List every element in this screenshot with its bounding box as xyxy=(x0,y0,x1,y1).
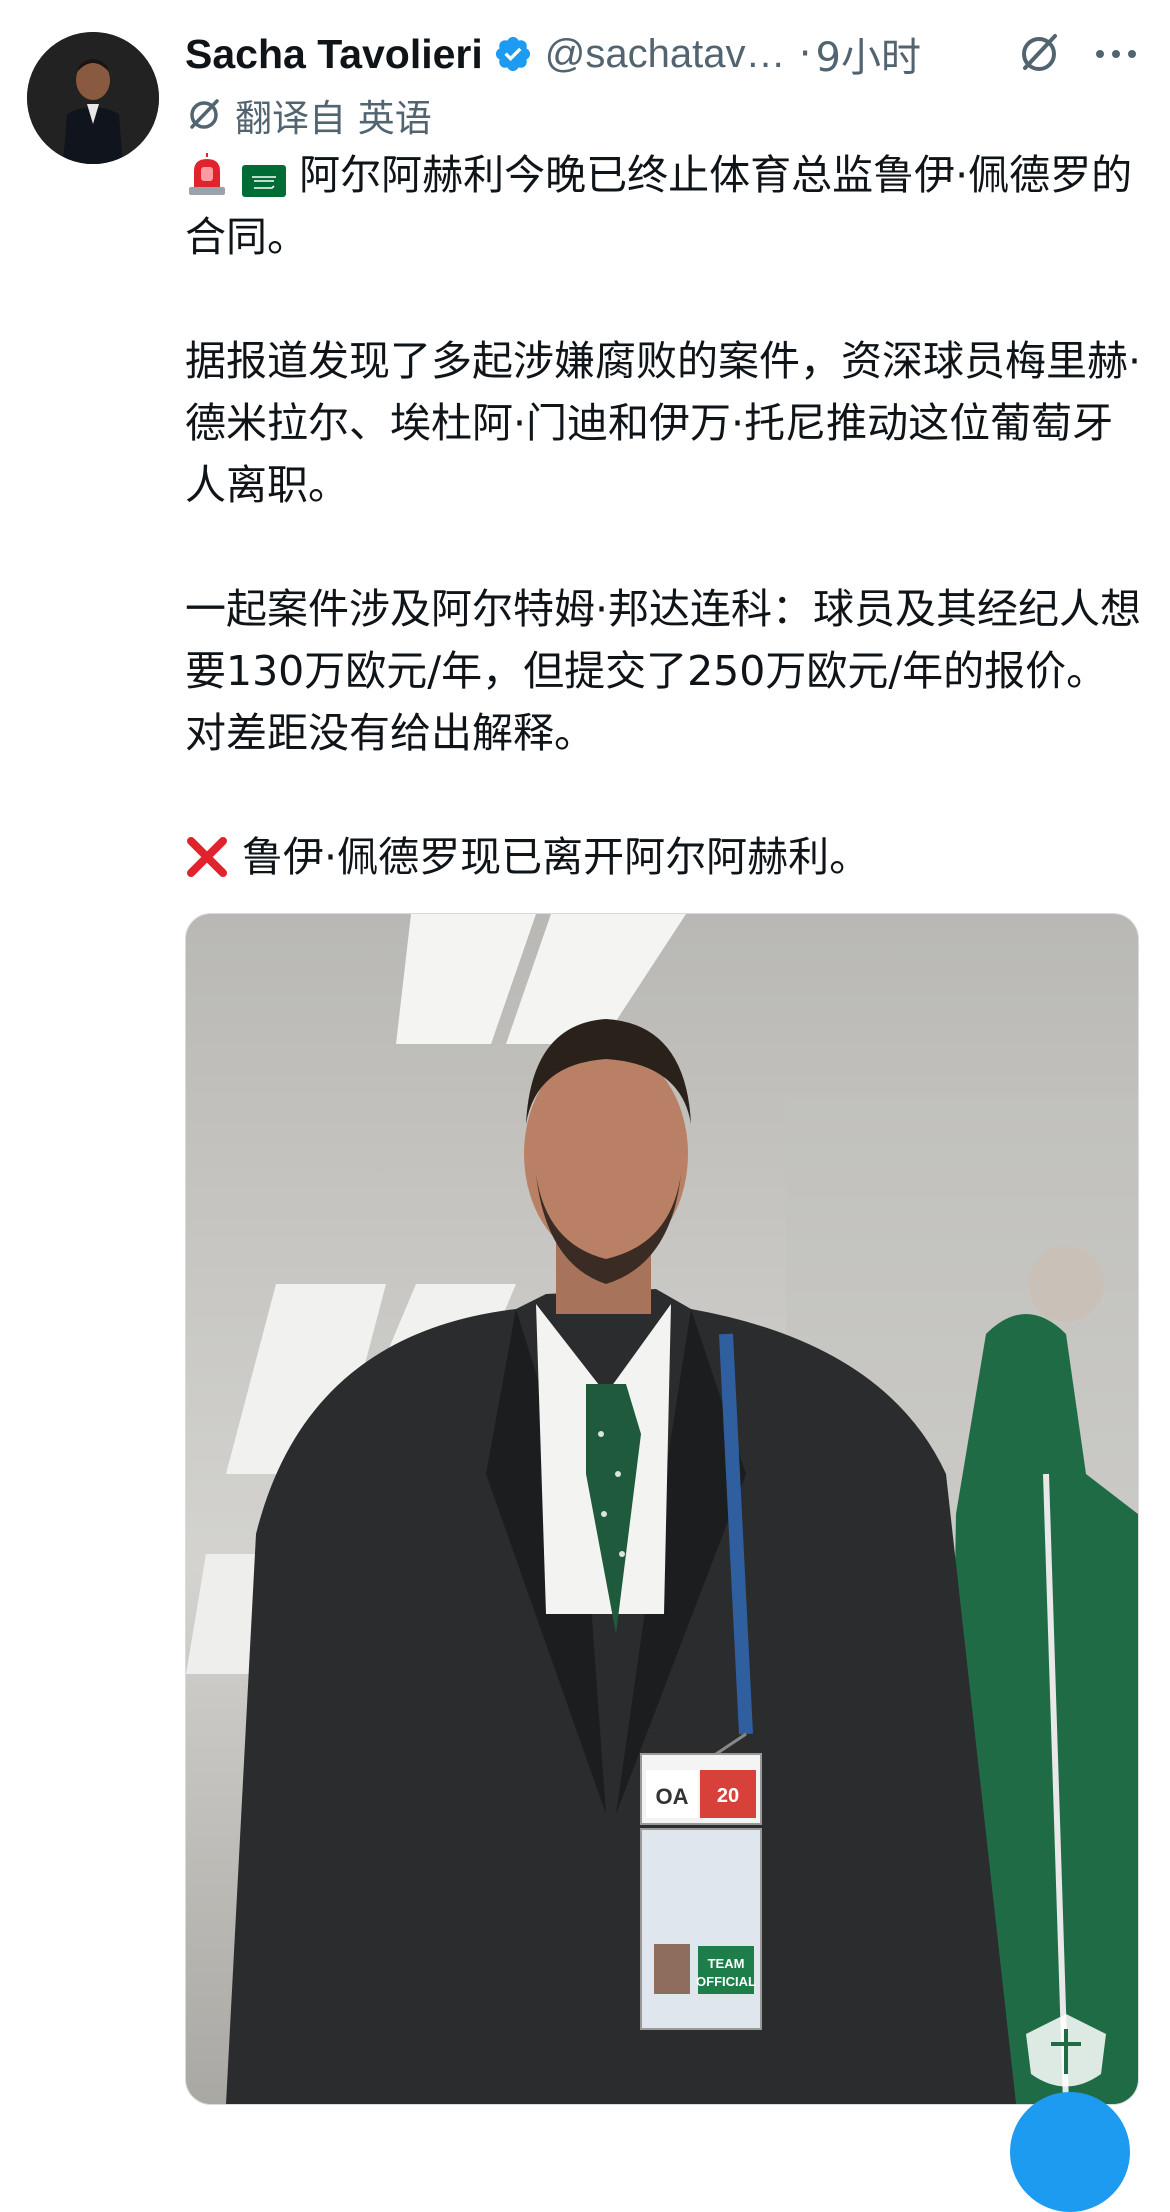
more-options-icon[interactable] xyxy=(1093,34,1139,74)
author-name[interactable]: Sacha Tavolieri xyxy=(185,31,483,78)
police-light-emoji xyxy=(189,153,225,195)
saudi-flag-emoji xyxy=(242,165,287,197)
tweet-text: 阿尔阿赫利今晚已终止体育总监鲁伊·佩德罗的合同。 据报道发现了多起涉嫌腐败的案件… xyxy=(185,144,1145,888)
translate-icon xyxy=(190,99,219,129)
avatar-image xyxy=(27,32,159,164)
photo-man-in-suit: OA 20 TEAM OFFICIAL xyxy=(186,914,1138,2104)
credential-card: OA 20 TEAM OFFICIAL xyxy=(640,1753,762,2030)
verified-badge-icon xyxy=(495,36,530,72)
paragraph-1: 阿尔阿赫利今晚已终止体育总监鲁伊·佩德罗的合同。 xyxy=(185,144,1145,268)
tweet-header: Sacha Tavolieri @sachatavolieri · 9小时 xyxy=(185,24,1145,84)
svg-text:OFFICIAL: OFFICIAL xyxy=(696,1974,756,1989)
paragraph-1-text: 阿尔阿赫利今晚已终止体育总监鲁伊·佩德罗的合同。 xyxy=(185,151,1133,261)
credential-code: OA xyxy=(656,1784,689,1809)
translation-notice[interactable]: 翻译自 英语 xyxy=(185,88,432,142)
translation-label: 翻译自 英语 xyxy=(235,97,432,140)
compose-button[interactable] xyxy=(1010,2092,1130,2212)
separator-dot: · xyxy=(798,31,812,77)
paragraph-2: 据报道发现了多起涉嫌腐败的案件，资深球员梅里赫·德米拉尔、埃杜阿·门迪和伊万·托… xyxy=(185,337,1142,509)
tweet-timestamp[interactable]: 9小时 xyxy=(816,25,921,83)
paragraph-3: 一起案件涉及阿尔特姆·邦达连科：球员及其经纪人想要130万欧元/年，但提交了25… xyxy=(185,585,1142,757)
tweet-media-photo[interactable]: OA 20 TEAM OFFICIAL xyxy=(185,913,1139,2105)
author-avatar[interactable] xyxy=(27,32,159,164)
paragraph-4-text: 鲁伊·佩德罗现已离开阿尔阿赫利。 xyxy=(242,833,871,881)
svg-text:TEAM: TEAM xyxy=(708,1956,745,1971)
credential-number: 20 xyxy=(717,1785,739,1807)
cross-mark-emoji xyxy=(187,837,227,877)
paragraph-4: 鲁伊·佩德罗现已离开阿尔阿赫利。 xyxy=(185,826,1145,888)
grok-icon[interactable] xyxy=(1015,30,1063,78)
author-handle[interactable]: @sachatavolieri xyxy=(545,32,795,77)
